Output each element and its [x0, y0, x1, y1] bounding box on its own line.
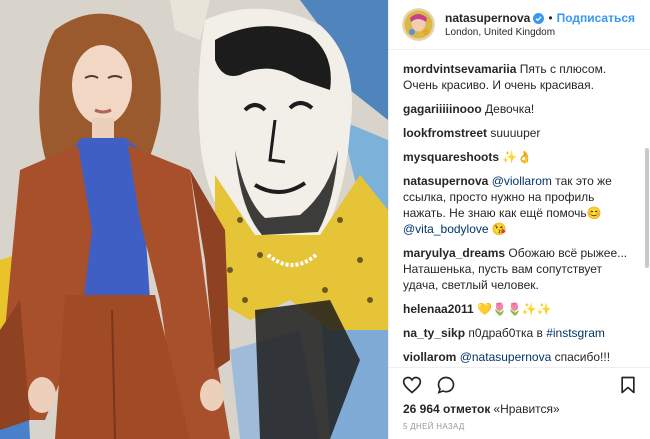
instagram-post: natasupernova • Подписаться London, Unit… [0, 0, 650, 439]
comment-username[interactable]: na_ty_sikp [403, 326, 465, 340]
mention-link[interactable]: @vita_bodylove [403, 222, 489, 236]
save-button[interactable] [617, 374, 639, 396]
comments-list[interactable]: mordvintsevamariia Пять с плюсом. Очень … [389, 51, 650, 367]
comment-username[interactable]: helenaa2011 [403, 302, 474, 316]
comment: natasupernova @viollarom так это же ссыл… [403, 173, 637, 237]
heart-icon [402, 376, 422, 394]
hashtag-link[interactable]: #instsgram [546, 326, 605, 340]
avatar-image [402, 8, 435, 41]
likes-count[interactable]: 26 964 отметок «Нравится» [403, 402, 560, 416]
location-link[interactable]: London, United Kingdom [445, 27, 635, 38]
comment-text: Девочка! [485, 102, 535, 116]
mention-link[interactable]: @viollarom [492, 174, 552, 188]
post-header: natasupernova • Подписаться London, Unit… [389, 0, 650, 50]
action-bar [389, 367, 650, 401]
header-top-row: natasupernova • Подписаться [445, 11, 635, 25]
comment-username[interactable]: viollarom [403, 350, 456, 364]
comment: na_ty_sikp п0драб0тка в #instsgram [403, 325, 637, 341]
username-link[interactable]: natasupernova [445, 11, 530, 25]
comment-text: п0драб0тка в [468, 326, 543, 340]
follow-button[interactable]: Подписаться [557, 11, 635, 25]
comment: helenaa2011 💛🌷🌷✨✨ [403, 301, 637, 317]
comment: maryulya_dreams Обожаю всё рыжее... Ната… [403, 245, 637, 293]
like-button[interactable] [401, 374, 423, 396]
comment: viollarom @natasupernova спасибо!!! Види… [403, 349, 637, 367]
comment-text: ✨👌 [502, 150, 533, 164]
comment-button[interactable] [435, 374, 457, 396]
smile-emoji: 😊 [586, 206, 602, 220]
verified-badge-icon [533, 12, 545, 24]
comment: gagariiiiinooo Девочка! [403, 101, 637, 117]
photo-illustration [0, 0, 388, 439]
likes-label: «Нравится» [493, 402, 560, 416]
header-info: natasupernova • Подписаться London, Unit… [445, 11, 635, 38]
comment: mysquareshoots ✨👌 [403, 149, 637, 165]
comment-icon [437, 376, 455, 394]
post-timestamp[interactable]: 5 дней назад [403, 422, 465, 431]
kiss-emoji: 😘 [491, 222, 507, 236]
comments-scrollbar[interactable] [645, 148, 649, 268]
comment-username[interactable]: lookfromstreet [403, 126, 487, 140]
comment-username[interactable]: mordvintsevamariia [403, 62, 516, 76]
likes-number: 26 964 отметок [403, 402, 491, 416]
comment-username[interactable]: natasupernova [403, 174, 488, 188]
post-panel: natasupernova • Подписаться London, Unit… [388, 0, 650, 439]
comment: mordvintsevamariia Пять с плюсом. Очень … [403, 61, 637, 93]
mention-link[interactable]: @natasupernova [460, 350, 552, 364]
comment-text: suuuuper [490, 126, 541, 140]
bookmark-icon [621, 376, 635, 393]
comment-text: 💛🌷🌷✨✨ [477, 302, 552, 316]
post-photo[interactable] [0, 0, 388, 439]
comment-username[interactable]: maryulya_dreams [403, 246, 505, 260]
avatar[interactable] [402, 8, 435, 41]
separator-dot: • [548, 11, 553, 25]
comment: lookfromstreet suuuuper [403, 125, 637, 141]
comment-username[interactable]: mysquareshoots [403, 150, 499, 164]
comment-username[interactable]: gagariiiiinooo [403, 102, 482, 116]
